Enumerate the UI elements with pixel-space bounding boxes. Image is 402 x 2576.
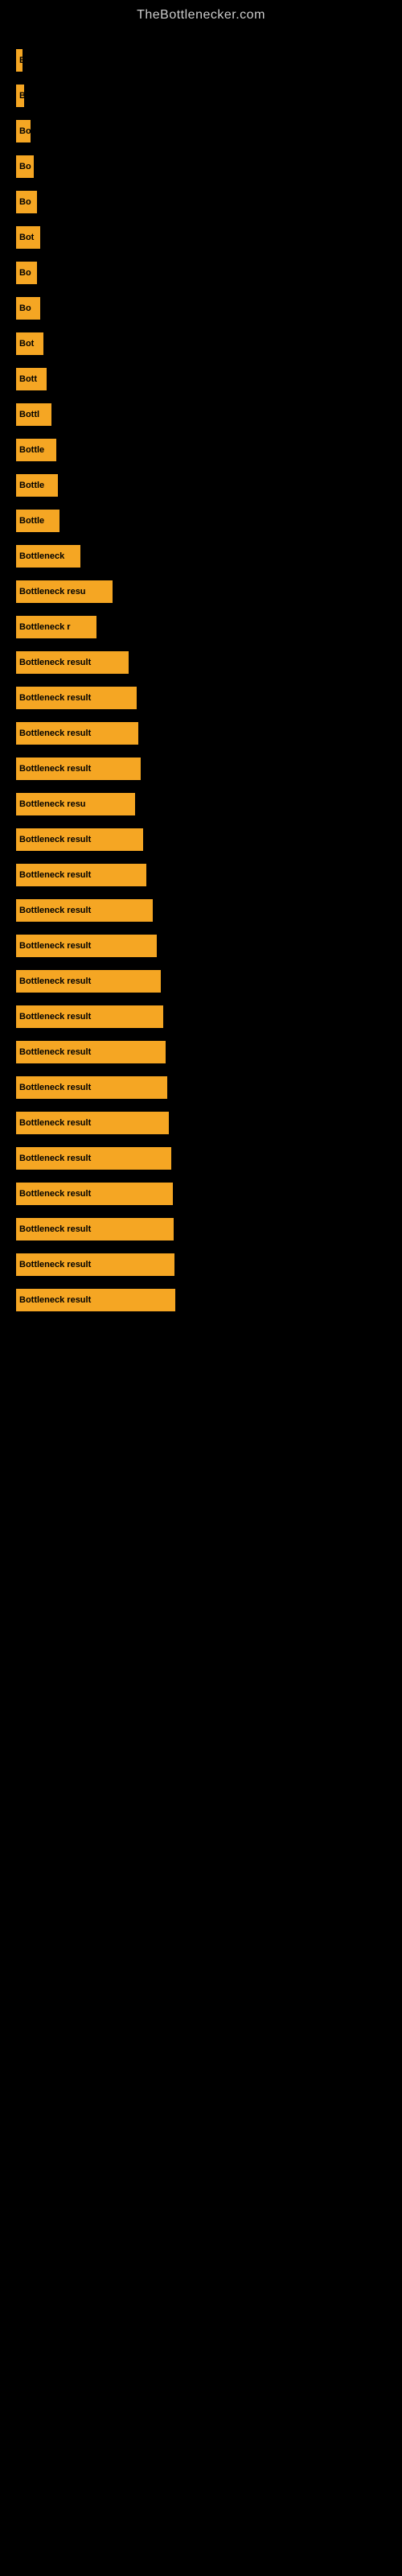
bar-label: Bottleneck result — [16, 1289, 175, 1311]
bar-row: Bottleneck resu — [16, 786, 386, 822]
bar-label: Bottleneck — [16, 545, 80, 568]
bar-row: Bottleneck result — [16, 857, 386, 893]
bar-label: Bottleneck result — [16, 864, 146, 886]
bar-row: Bottleneck result — [16, 822, 386, 857]
bar-label: Bottleneck result — [16, 1005, 163, 1028]
bar-row: Bottleneck result — [16, 1176, 386, 1212]
bar-row: Bottleneck result — [16, 928, 386, 964]
bar-row: Bo — [16, 114, 386, 149]
bar-label: Bottleneck result — [16, 970, 161, 993]
bar-row: Bottleneck result — [16, 1282, 386, 1318]
bar-row: Bo — [16, 184, 386, 220]
bar-row: Bot — [16, 326, 386, 361]
bar-label: Bottle — [16, 510, 59, 532]
bars-container: BB Bo Bo Bo Bot Bo Bo Bot Bott Bottl Bottle Bottle B… — [0, 35, 402, 1326]
bar-label: Bottleneck result — [16, 651, 129, 674]
bar-row: Bottleneck result — [16, 999, 386, 1034]
bar-row: Bottle — [16, 468, 386, 503]
bar-label: Bottleneck result — [16, 687, 137, 709]
bar-row: Bo — [16, 291, 386, 326]
bar-label: Bottleneck resu — [16, 580, 113, 603]
bar-label: Bottleneck result — [16, 899, 153, 922]
bar-row: Bottleneck result — [16, 680, 386, 716]
bar-label: B — [16, 85, 24, 107]
bar-row: Bottleneck result — [16, 1070, 386, 1105]
bar-row: Bottle — [16, 432, 386, 468]
bar-row: Bo — [16, 255, 386, 291]
bar-label: Bottleneck result — [16, 1253, 174, 1276]
bar-label: Bottle — [16, 439, 56, 461]
bar-label: Bottleneck result — [16, 1183, 173, 1205]
bar-row: Bo — [16, 149, 386, 184]
bar-label: Bottleneck result — [16, 1147, 171, 1170]
bar-label: B — [16, 49, 23, 72]
bar-label: Bot — [16, 332, 43, 355]
bar-label: Bottleneck result — [16, 758, 141, 780]
bar-label: Bottleneck result — [16, 1076, 167, 1099]
bar-label: Bo — [16, 155, 34, 178]
bar-label: Bottleneck result — [16, 1041, 166, 1063]
bar-label: Bo — [16, 262, 37, 284]
bar-row: Bottleneck result — [16, 716, 386, 751]
bar-row: Bot — [16, 220, 386, 255]
bar-label: Bottl — [16, 403, 51, 426]
bar-label: Bottleneck result — [16, 1218, 174, 1241]
bar-row: Bottle — [16, 503, 386, 539]
bar-row: B — [16, 78, 386, 114]
bar-label: Bottleneck result — [16, 828, 143, 851]
bar-row: Bottleneck result — [16, 751, 386, 786]
bar-row: Bottleneck result — [16, 1212, 386, 1247]
bar-row: Bottleneck result — [16, 964, 386, 999]
bar-row: Bottleneck r — [16, 609, 386, 645]
bar-label: Bottle — [16, 474, 58, 497]
bar-row: Bottleneck resu — [16, 574, 386, 609]
bar-row: B — [16, 43, 386, 78]
bar-label: Bottleneck result — [16, 722, 138, 745]
bar-row: Bottleneck result — [16, 645, 386, 680]
bar-row: Bottl — [16, 397, 386, 432]
bar-label: Bottleneck resu — [16, 793, 135, 815]
bar-label: Bot — [16, 226, 40, 249]
bar-row: Bottleneck result — [16, 893, 386, 928]
bar-label: Bottleneck result — [16, 1112, 169, 1134]
bar-label: Bo — [16, 120, 31, 142]
bar-row: Bottleneck — [16, 539, 386, 574]
site-title: TheBottlenecker.com — [0, 0, 402, 35]
bar-label: Bottleneck r — [16, 616, 96, 638]
bar-row: Bottleneck result — [16, 1034, 386, 1070]
bar-row: Bottleneck result — [16, 1141, 386, 1176]
bar-row: Bottleneck result — [16, 1105, 386, 1141]
bar-row: Bott — [16, 361, 386, 397]
bar-label: Bott — [16, 368, 47, 390]
bar-label: Bo — [16, 191, 37, 213]
bar-label: Bottleneck result — [16, 935, 157, 957]
bar-label: Bo — [16, 297, 40, 320]
bar-row: Bottleneck result — [16, 1247, 386, 1282]
